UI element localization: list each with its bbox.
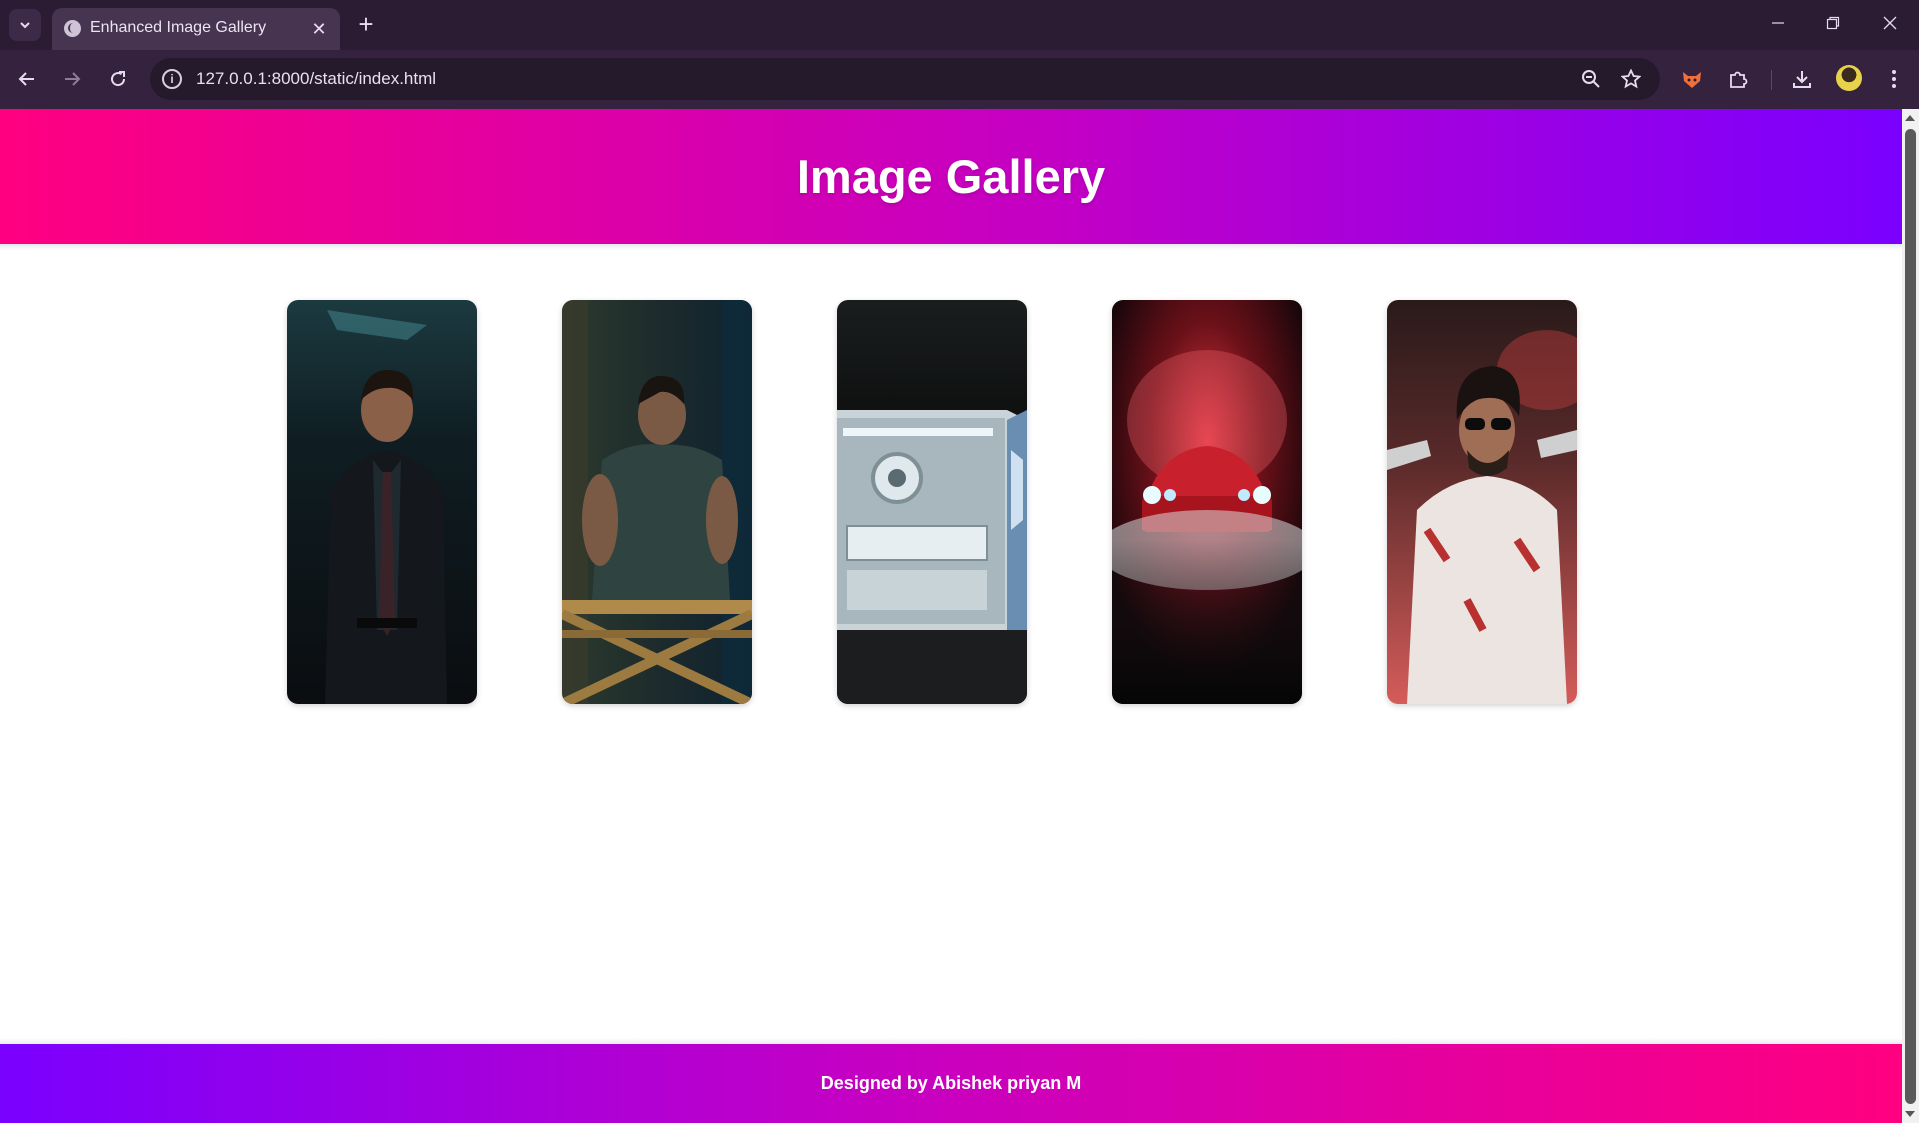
menu-icon[interactable] <box>1880 65 1908 93</box>
toolbar-divider <box>1771 70 1772 90</box>
scroll-up-arrow-icon[interactable] <box>1905 115 1915 121</box>
gallery-image-5[interactable] <box>1387 300 1577 704</box>
header-shadow <box>0 244 1902 250</box>
vertical-scrollbar[interactable] <box>1902 109 1919 1123</box>
scroll-thumb[interactable] <box>1905 129 1916 1104</box>
site-info-icon[interactable]: i <box>162 69 182 89</box>
reload-icon[interactable] <box>103 64 133 94</box>
active-tab[interactable]: Enhanced Image Gallery ✕ <box>52 8 340 50</box>
gallery-image-1[interactable] <box>287 300 477 704</box>
download-icon[interactable] <box>1788 65 1816 93</box>
browser-chrome: Enhanced Image Gallery ✕ + i 127.0.0.1:8… <box>0 0 1919 109</box>
back-icon[interactable] <box>12 64 42 94</box>
restore-icon[interactable] <box>1813 8 1853 40</box>
window-close-icon[interactable] <box>1870 8 1910 40</box>
site-header: Image Gallery <box>0 109 1902 244</box>
tab-strip: Enhanced Image Gallery ✕ + <box>0 0 1919 50</box>
globe-icon <box>64 20 81 37</box>
fox-extension-icon[interactable] <box>1678 65 1706 93</box>
page-title: Image Gallery <box>796 150 1106 203</box>
gallery-image-3[interactable] <box>837 300 1027 704</box>
site-footer: Designed by Abishek priyan M <box>0 1044 1902 1123</box>
star-icon[interactable] <box>1620 68 1642 90</box>
zoom-icon[interactable] <box>1580 68 1602 90</box>
scroll-down-arrow-icon[interactable] <box>1905 1111 1915 1117</box>
profile-avatar[interactable] <box>1836 65 1862 91</box>
footer-credit: Designed by Abishek priyan M <box>820 1073 1082 1093</box>
toolbar: i 127.0.0.1:8000/static/index.html <box>0 50 1919 109</box>
plus-icon[interactable]: + <box>353 11 379 38</box>
address-bar[interactable]: i 127.0.0.1:8000/static/index.html <box>150 58 1660 100</box>
url-text[interactable]: 127.0.0.1:8000/static/index.html <box>196 69 436 89</box>
image-gallery <box>287 300 1577 704</box>
tab-search-button[interactable] <box>9 9 41 41</box>
tab-search-icon <box>20 22 30 29</box>
minimize-icon[interactable] <box>1758 8 1798 40</box>
gallery-image-4[interactable] <box>1112 300 1302 704</box>
tab-title: Enhanced Image Gallery <box>90 19 267 36</box>
close-icon[interactable]: ✕ <box>308 18 330 40</box>
gallery-image-2[interactable] <box>562 300 752 704</box>
page-viewport: Image Gallery Designed by Abishek priyan… <box>0 109 1902 1123</box>
puzzle-icon[interactable] <box>1724 65 1752 93</box>
forward-icon[interactable] <box>57 64 87 94</box>
